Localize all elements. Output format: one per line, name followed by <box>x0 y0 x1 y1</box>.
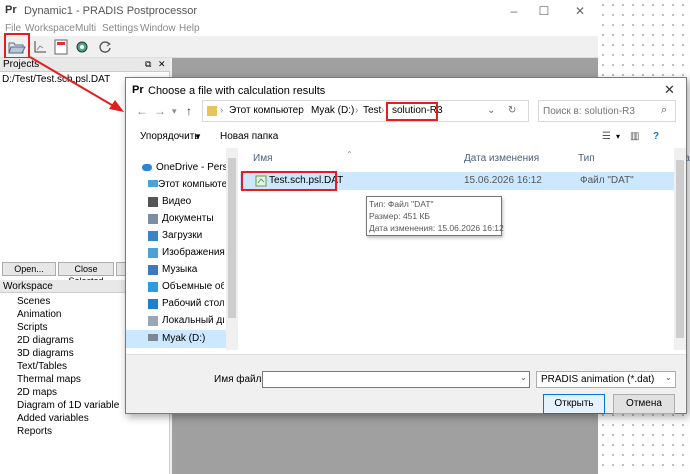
breadcrumb-computer[interactable]: Этот компьютер <box>229 105 304 116</box>
folder-icon <box>207 106 217 116</box>
chevron-icon: › <box>355 105 359 116</box>
nav-onedrive[interactable]: OneDrive - Person <box>156 162 226 173</box>
refresh-icon[interactable]: ↻ <box>508 105 516 116</box>
filetype-chevron-icon[interactable]: ⌄ <box>665 373 672 382</box>
pictures-icon <box>148 248 158 258</box>
drive-icon <box>148 334 158 341</box>
file-tooltip: Тип: Файл "DAT" Размер: 451 КБ Дата изме… <box>366 196 504 236</box>
dialog-title: Choose a file with calculation results <box>148 85 326 97</box>
open-button[interactable]: Открыть <box>543 394 605 414</box>
chevron-icon: › <box>381 105 385 116</box>
dialog-close-icon[interactable]: ✕ <box>664 82 675 98</box>
file-highlight <box>241 171 337 191</box>
local-disk-icon <box>148 316 158 326</box>
nav-music[interactable]: Музыка <box>162 264 222 275</box>
downloads-icon <box>148 231 158 241</box>
dialog-toolbar: Упорядочить ▼ Новая папка ☰ ▾ ▥ ? <box>126 126 686 148</box>
col-name[interactable]: Имя <box>253 153 272 164</box>
chevron-icon: › <box>301 105 305 116</box>
address-bar[interactable]: › Этот компьютер › Myak (D:) › Test › so… <box>202 100 529 122</box>
onedrive-icon <box>142 164 152 171</box>
file-type: Файл "DAT" <box>580 175 634 186</box>
search-input[interactable] <box>543 104 653 118</box>
music-icon <box>148 265 158 275</box>
tooltip-size: Размер: 451 КБ <box>369 211 431 221</box>
nav-desktop[interactable]: Рабочий стол <box>162 298 224 309</box>
tooltip-date: Дата изменения: 15.06.2026 16:12 <box>369 223 504 233</box>
filetype-select[interactable]: PRADIS animation (*.dat) <box>536 371 676 388</box>
chevron-icon: › <box>220 105 224 116</box>
new-folder-button[interactable]: Новая папка <box>220 131 278 142</box>
search-box[interactable]: ⌕ <box>538 100 676 122</box>
breadcrumb-drive[interactable]: Myak (D:) <box>311 105 354 116</box>
col-date[interactable]: Дата изменения <box>464 153 539 164</box>
forward-icon[interactable]: → <box>154 104 166 118</box>
desktop-icon <box>148 299 158 309</box>
view-icon[interactable]: ☰ <box>602 131 611 142</box>
tooltip-type: Тип: Файл "DAT" <box>369 199 434 209</box>
back-icon[interactable]: ← <box>136 104 148 118</box>
filename-input[interactable] <box>262 371 530 388</box>
video-icon <box>148 197 158 207</box>
help-icon[interactable]: ? <box>653 131 659 142</box>
nav-3d-objects[interactable]: Объемные объе <box>162 281 224 292</box>
organize-chevron-icon[interactable]: ▼ <box>194 132 202 141</box>
dialog-logo: Pr <box>132 84 144 96</box>
computer-icon <box>148 180 158 187</box>
sort-chevron-icon: ⌃ <box>346 150 353 159</box>
documents-icon <box>148 214 158 224</box>
cancel-button[interactable]: Отмена <box>613 394 675 414</box>
file-scroll-thumb[interactable] <box>676 160 684 338</box>
file-date: 15.06.2026 16:12 <box>464 175 542 186</box>
nav-scroll-thumb[interactable] <box>228 158 236 318</box>
filename-chevron-icon[interactable]: ⌄ <box>520 373 527 382</box>
nav-local-disk[interactable]: Локальный диск <box>162 315 224 326</box>
search-icon[interactable]: ⌕ <box>661 104 667 117</box>
file-dialog: Pr Choose a file with calculation result… <box>125 77 690 414</box>
breadcrumb-test[interactable]: Test <box>363 105 381 116</box>
dropdown-chevron-icon[interactable]: ⌄ <box>487 105 495 116</box>
navigation-pane: OneDrive - Person Этот компьютер Видео Д… <box>126 148 238 350</box>
col-type[interactable]: Тип <box>578 153 595 164</box>
folder-highlight <box>386 102 438 121</box>
history-chevron-icon[interactable]: ▾ <box>172 106 177 117</box>
dialog-footer: Имя файла: ⌄ PRADIS animation (*.dat) ⌄ … <box>126 354 686 414</box>
up-icon[interactable]: ↑ <box>186 104 192 118</box>
preview-pane-icon[interactable]: ▥ <box>630 131 639 142</box>
view-chevron-icon[interactable]: ▾ <box>616 132 620 141</box>
organize-button[interactable]: Упорядочить <box>140 131 200 142</box>
3d-objects-icon <box>148 282 158 292</box>
